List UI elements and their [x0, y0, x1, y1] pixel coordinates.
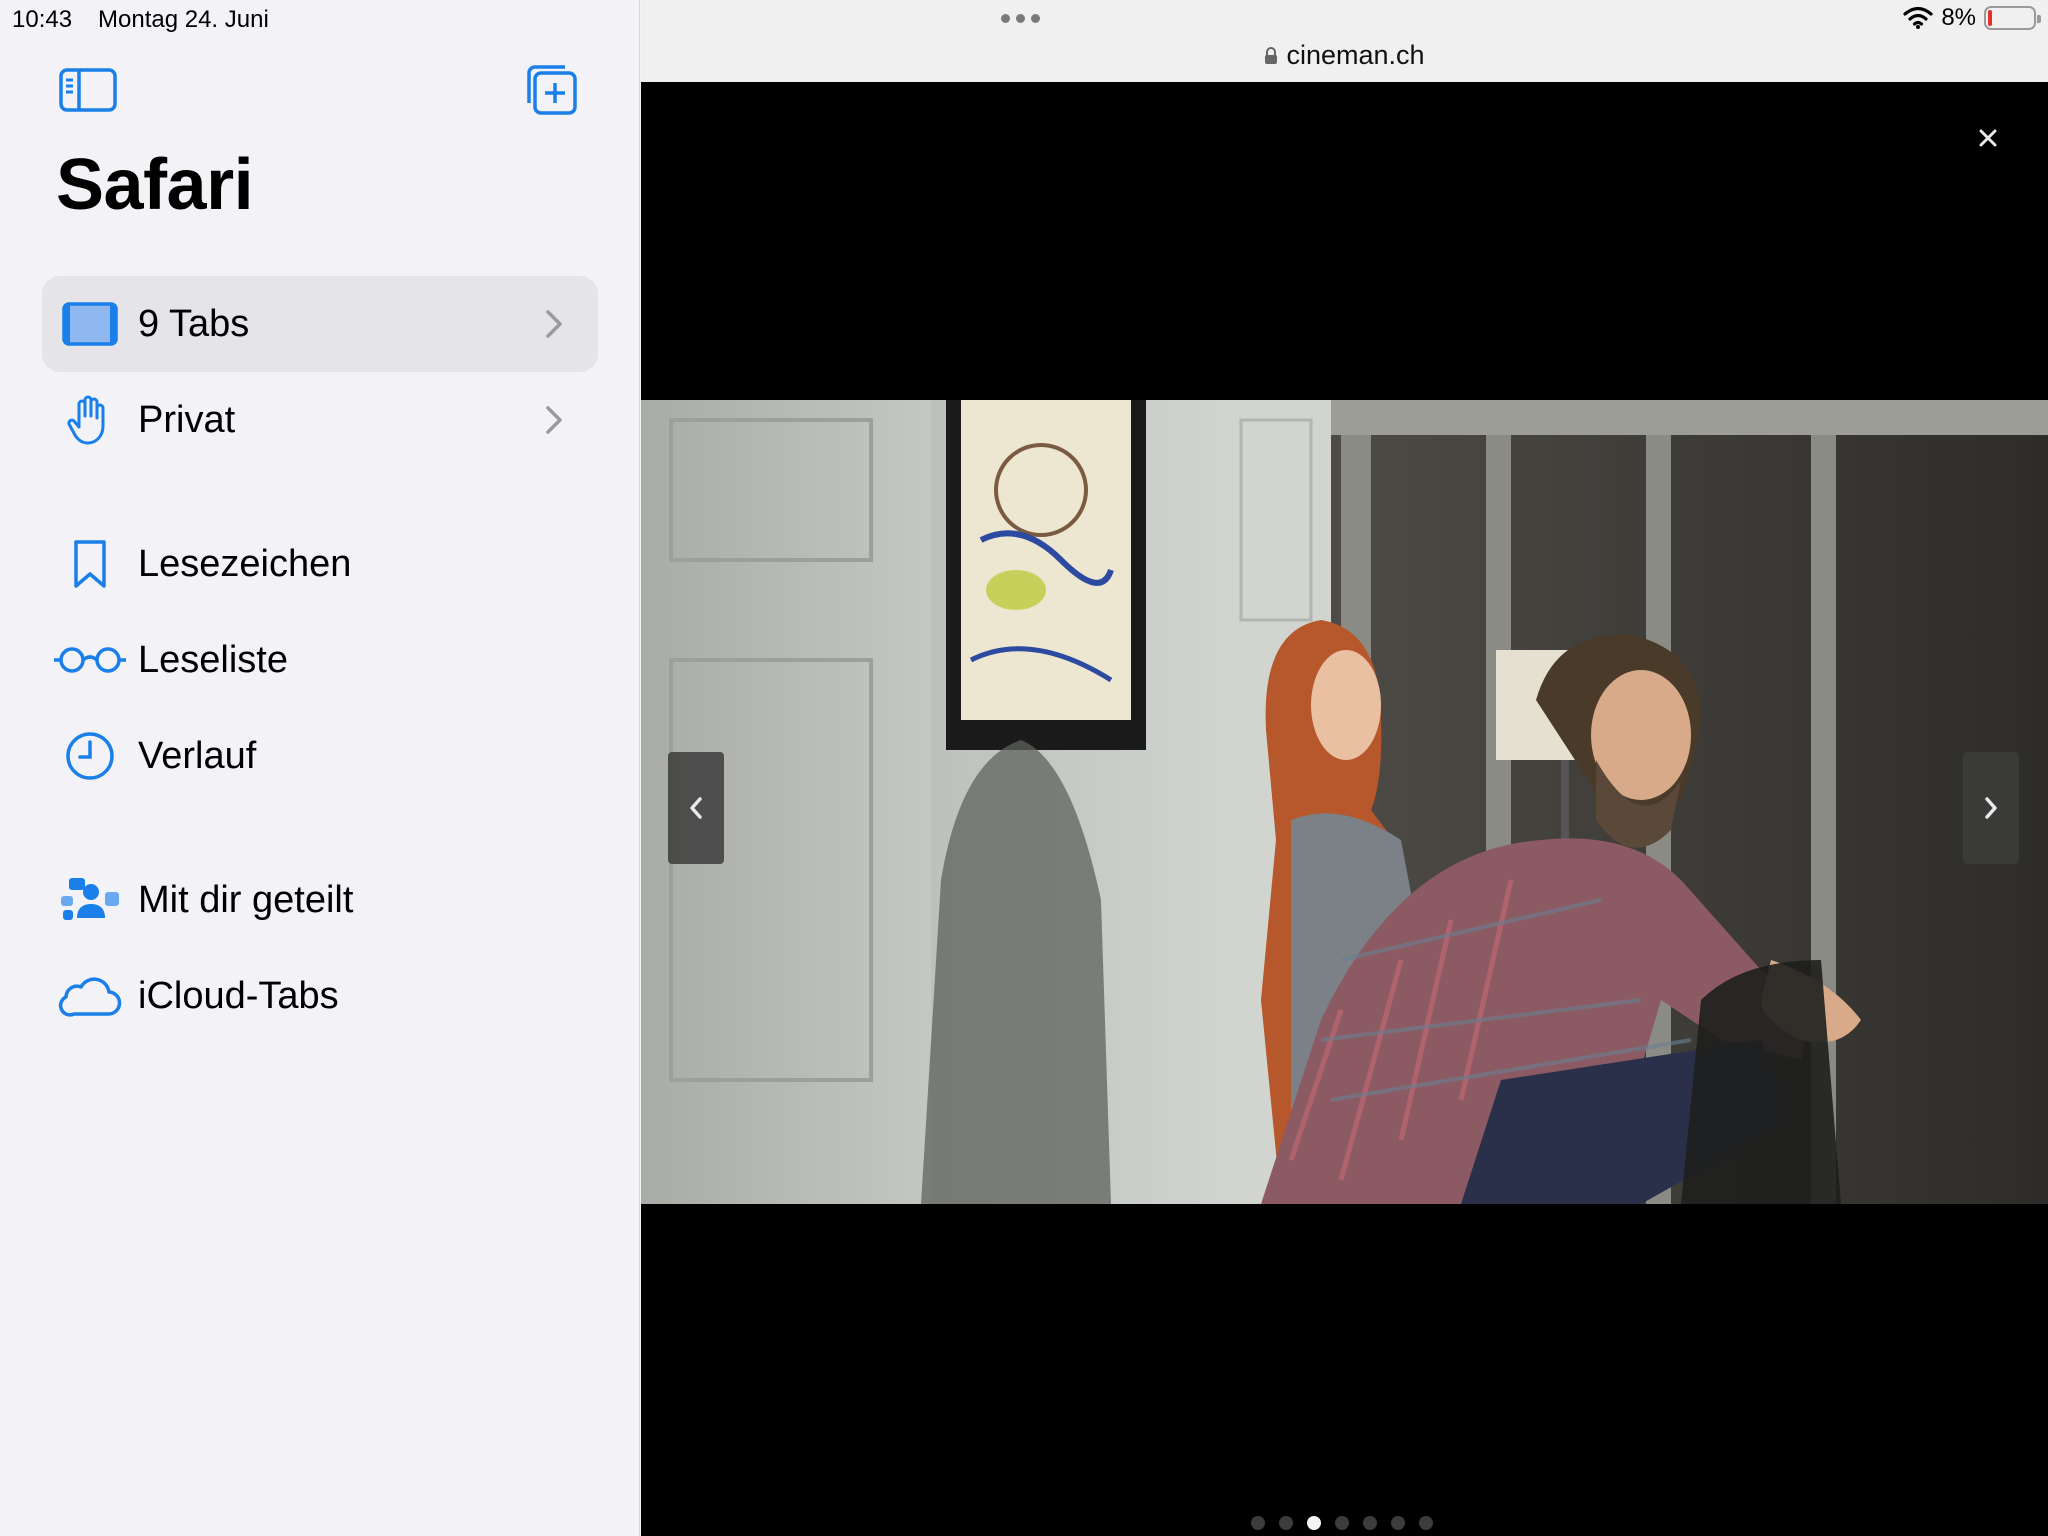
- multitasking-dots[interactable]: [1001, 14, 1040, 23]
- battery-icon: [1984, 6, 2041, 30]
- sidebar-item-reading-list[interactable]: Leseliste: [42, 612, 598, 708]
- lock-icon: [1265, 46, 1278, 64]
- sidebar-icon: [59, 68, 117, 112]
- sidebar-toggle-button[interactable]: [58, 62, 118, 118]
- sidebar-item-bookmarks[interactable]: Lesezeichen: [42, 516, 598, 612]
- eyeglasses-icon: [42, 612, 138, 708]
- gallery-image: [641, 400, 2048, 1204]
- pager-dot[interactable]: [1279, 1516, 1293, 1530]
- gallery-pager: [1251, 1516, 1433, 1530]
- new-tab-group-icon: [527, 65, 577, 115]
- sidebar-item-icloud-tabs[interactable]: iCloud-Tabs: [42, 948, 598, 1044]
- web-content: cineman.ch: [641, 0, 2048, 1536]
- battery-percent: 8%: [1941, 4, 1976, 31]
- status-time: 10:43: [12, 6, 73, 33]
- sidebar-item-label: Lesezeichen: [138, 542, 352, 585]
- browser-address-bar: cineman.ch: [641, 0, 2048, 82]
- new-tab-group-button[interactable]: [522, 62, 582, 118]
- status-bar-right: 8%: [1903, 4, 2041, 32]
- sidebar-item-label: Privat: [138, 398, 236, 441]
- pager-dot[interactable]: [1335, 1516, 1349, 1530]
- pager-dot[interactable]: [1419, 1516, 1433, 1530]
- sidebar-item-label: Leseliste: [138, 638, 288, 681]
- hand-raised-icon: [42, 372, 138, 468]
- wifi-icon: [1903, 6, 1933, 29]
- sidebar-item-private[interactable]: Privat: [42, 372, 598, 468]
- pager-dot[interactable]: [1251, 1516, 1265, 1530]
- sidebar-item-label: iCloud-Tabs: [138, 974, 339, 1017]
- battery-level: [1988, 10, 1992, 26]
- sidebar: 10:43 Montag 24. Juni Safari 9 Tabs Priv…: [0, 0, 640, 1536]
- sidebar-item-label: Mit dir geteilt: [138, 878, 354, 921]
- close-icon: [1979, 129, 1997, 147]
- url-field[interactable]: cineman.ch: [641, 40, 2048, 71]
- gallery-prev-button[interactable]: [668, 752, 724, 864]
- gallery-close-button[interactable]: [1970, 120, 2006, 156]
- sidebar-item-label: 9 Tabs: [138, 302, 250, 345]
- chevron-right-icon: [534, 405, 574, 435]
- sidebar-title: Safari: [56, 145, 254, 225]
- cloud-icon: [42, 948, 138, 1044]
- sidebar-item-label: Verlauf: [138, 734, 257, 777]
- ipad-tabs-icon: [42, 276, 138, 372]
- gallery-next-button[interactable]: [1963, 752, 2019, 864]
- sidebar-item-tabs[interactable]: 9 Tabs: [42, 276, 598, 372]
- clock-icon: [42, 708, 138, 804]
- url-text: cineman.ch: [1286, 40, 1425, 70]
- pager-dot[interactable]: [1391, 1516, 1405, 1530]
- sidebar-item-history[interactable]: Verlauf: [42, 708, 598, 804]
- shared-with-you-icon: [42, 852, 138, 948]
- status-date: Montag 24. Juni: [98, 6, 269, 33]
- chevron-right-icon: [534, 309, 574, 339]
- chevron-left-icon: [690, 797, 702, 819]
- bookmark-icon: [42, 516, 138, 612]
- sidebar-item-shared-with-you[interactable]: Mit dir geteilt: [42, 852, 598, 948]
- chevron-right-icon: [1985, 797, 1997, 819]
- pager-dot-active[interactable]: [1307, 1516, 1321, 1530]
- pager-dot[interactable]: [1363, 1516, 1377, 1530]
